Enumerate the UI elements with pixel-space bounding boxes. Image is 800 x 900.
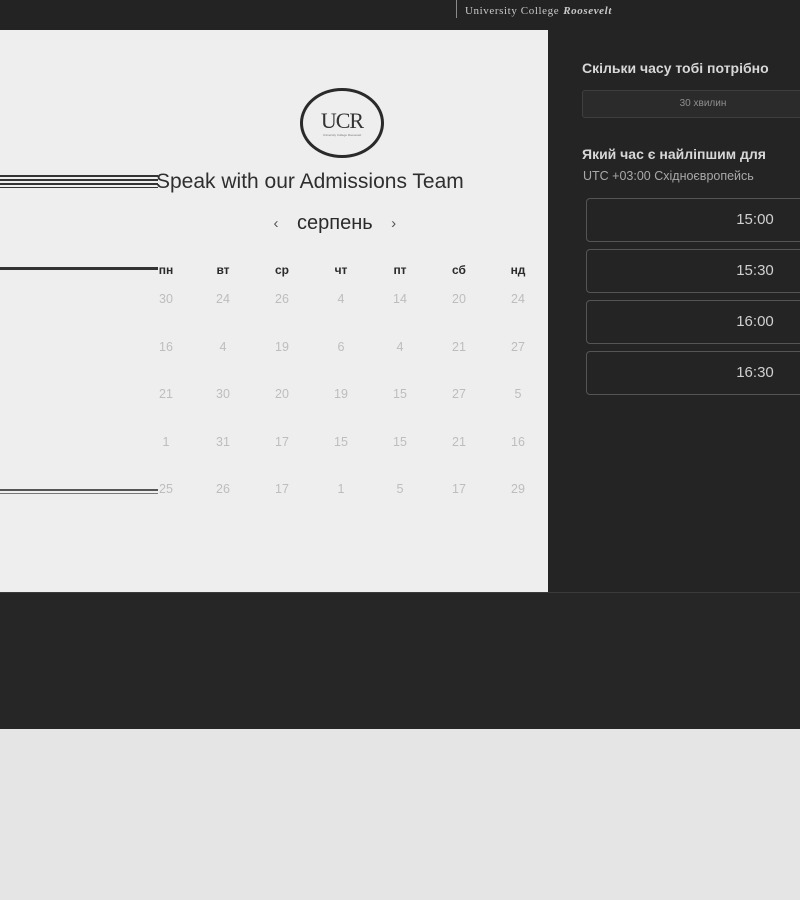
weekday-header: вт [216,263,230,277]
divider-line [0,493,158,494]
time-slot-label: 16:00 [736,313,774,330]
calendar-day[interactable]: 30 [203,387,243,401]
footer-band [0,592,800,729]
calendar-day[interactable]: 27 [439,387,479,401]
calendar-day[interactable]: 17 [439,482,479,496]
calendar-day[interactable]: 14 [380,292,420,306]
calendar-day[interactable]: 16 [146,340,186,354]
calendar-day[interactable]: 15 [380,387,420,401]
calendar-panel: UCR University College Roosevelt Speak w… [0,30,548,592]
divider-line [0,489,158,491]
chevron-right-icon[interactable]: › [386,215,402,232]
ucr-logo: UCR University College Roosevelt [300,88,384,158]
weekday-header: нд [510,263,526,277]
calendar-day[interactable]: 29 [498,482,538,496]
calendar-day[interactable]: 15 [380,435,420,449]
time-slot-button[interactable]: 16:00 [586,300,800,344]
calendar-day[interactable]: 26 [262,292,302,306]
calendar-day[interactable]: 6 [321,340,361,354]
logo-sub: University College Roosevelt [322,132,362,137]
weekday-header: пн [158,263,174,277]
calendar-day[interactable]: 1 [321,482,361,496]
brand-emph: Roosevelt [563,5,612,17]
brand-wordmark[interactable]: University College Roosevelt [456,0,612,18]
calendar-day[interactable]: 24 [203,292,243,306]
time-slot-label: 15:30 [736,262,774,279]
calendar-day[interactable]: 20 [439,292,479,306]
time-slot-button[interactable]: 15:30 [586,249,800,293]
month-nav: ‹ серпень › [268,210,402,236]
decorative-stripes [0,175,160,189]
calendar-day[interactable]: 1 [146,435,186,449]
duration-question: Скільки часу тобі потрібно [582,60,769,76]
calendar-day[interactable]: 17 [262,482,302,496]
calendar-day[interactable]: 31 [203,435,243,449]
calendar-day[interactable]: 5 [380,482,420,496]
time-question: Який час є найліпшим для [582,146,766,162]
calendar-day[interactable]: 15 [321,435,361,449]
time-slot-label: 15:00 [736,211,774,228]
brand-text: University College [465,5,560,17]
calendar-day[interactable]: 26 [203,482,243,496]
calendar-day[interactable]: 4 [203,340,243,354]
divider-line [0,267,158,270]
duration-select[interactable]: 30 хвилин [582,90,800,118]
time-slot-button[interactable]: 15:00 [586,198,800,242]
calendar-day[interactable]: 4 [380,340,420,354]
calendar-day[interactable]: 19 [321,387,361,401]
calendar-day[interactable]: 17 [262,435,302,449]
calendar-day[interactable]: 19 [262,340,302,354]
calendar-day[interactable]: 20 [262,387,302,401]
calendar-day[interactable]: 21 [146,387,186,401]
calendar-day[interactable]: 4 [321,292,361,306]
timezone-select[interactable]: UTC +03:00 Східноєвропейсь [583,169,754,183]
calendar-day[interactable]: 21 [439,340,479,354]
calendar-day[interactable]: 16 [498,435,538,449]
month-label: серпень [297,211,373,234]
logo-mark: UCR [320,107,364,133]
calendar-day[interactable]: 25 [146,482,186,496]
calendar-day[interactable]: 27 [498,340,538,354]
weekday-header: сб [452,263,466,277]
scheduler-panel: Скільки часу тобі потрібно 30 хвилин Яки… [548,30,800,592]
time-slot-button[interactable]: 16:30 [586,351,800,395]
page-title: Speak with our Admissions Team [156,170,464,193]
calendar-day[interactable]: 24 [498,292,538,306]
weekday-header: пт [393,263,407,277]
calendar-day[interactable]: 21 [439,435,479,449]
calendar-day[interactable]: 30 [146,292,186,306]
weekday-header: ср [274,263,289,277]
top-bar: University College Roosevelt [0,0,800,30]
chevron-left-icon[interactable]: ‹ [268,215,284,232]
calendar-day[interactable]: 5 [498,387,538,401]
time-slot-label: 16:30 [736,364,774,381]
weekday-header: чт [334,263,348,277]
